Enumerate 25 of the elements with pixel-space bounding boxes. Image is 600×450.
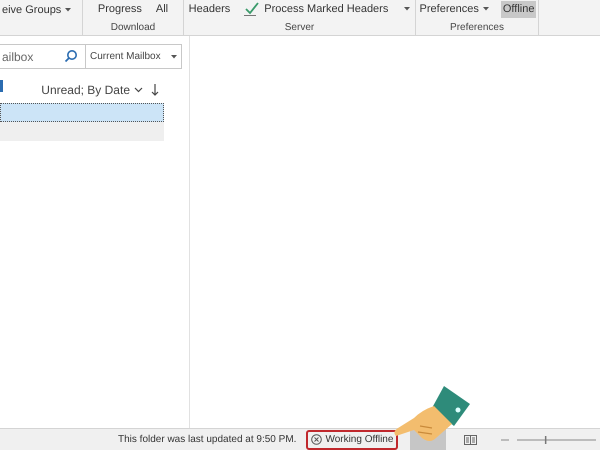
group-label: Preferences [450, 21, 504, 35]
offline-icon [311, 434, 322, 445]
ribbon-button[interactable]: Progress [96, 0, 144, 18]
checkmark-icon [244, 2, 260, 16]
chevron-down-icon [134, 87, 143, 93]
ribbon-button[interactable]: Process Marked Headers [242, 0, 412, 18]
message-row[interactable] [0, 103, 164, 122]
sort-direction-icon[interactable] [151, 83, 159, 97]
group-label: Server [284, 21, 314, 35]
caret-icon [171, 54, 177, 58]
group-label: Download [110, 21, 156, 35]
zoom-slider[interactable] [501, 434, 596, 444]
search-field[interactable]: ailbox [0, 44, 86, 69]
status-text: This folder was last updated at 9:50 PM. [118, 433, 296, 447]
folder-marker [0, 80, 3, 92]
ribbon-button[interactable]: Offline [500, 0, 536, 18]
ribbon-button[interactable]: eive Groups [0, 2, 74, 18]
scope-dropdown[interactable]: Current Mailbox [86, 44, 182, 69]
sort-dropdown[interactable]: Unread; By Date [41, 81, 143, 99]
ribbon-button[interactable]: Headers [186, 0, 232, 18]
search-icon[interactable] [64, 49, 78, 63]
ribbon-button[interactable]: Preferences [418, 0, 491, 18]
reading-view-icon[interactable] [464, 434, 478, 444]
offline-indicator[interactable]: Working Offline [306, 430, 398, 450]
ribbon-button[interactable]: All [154, 0, 170, 18]
